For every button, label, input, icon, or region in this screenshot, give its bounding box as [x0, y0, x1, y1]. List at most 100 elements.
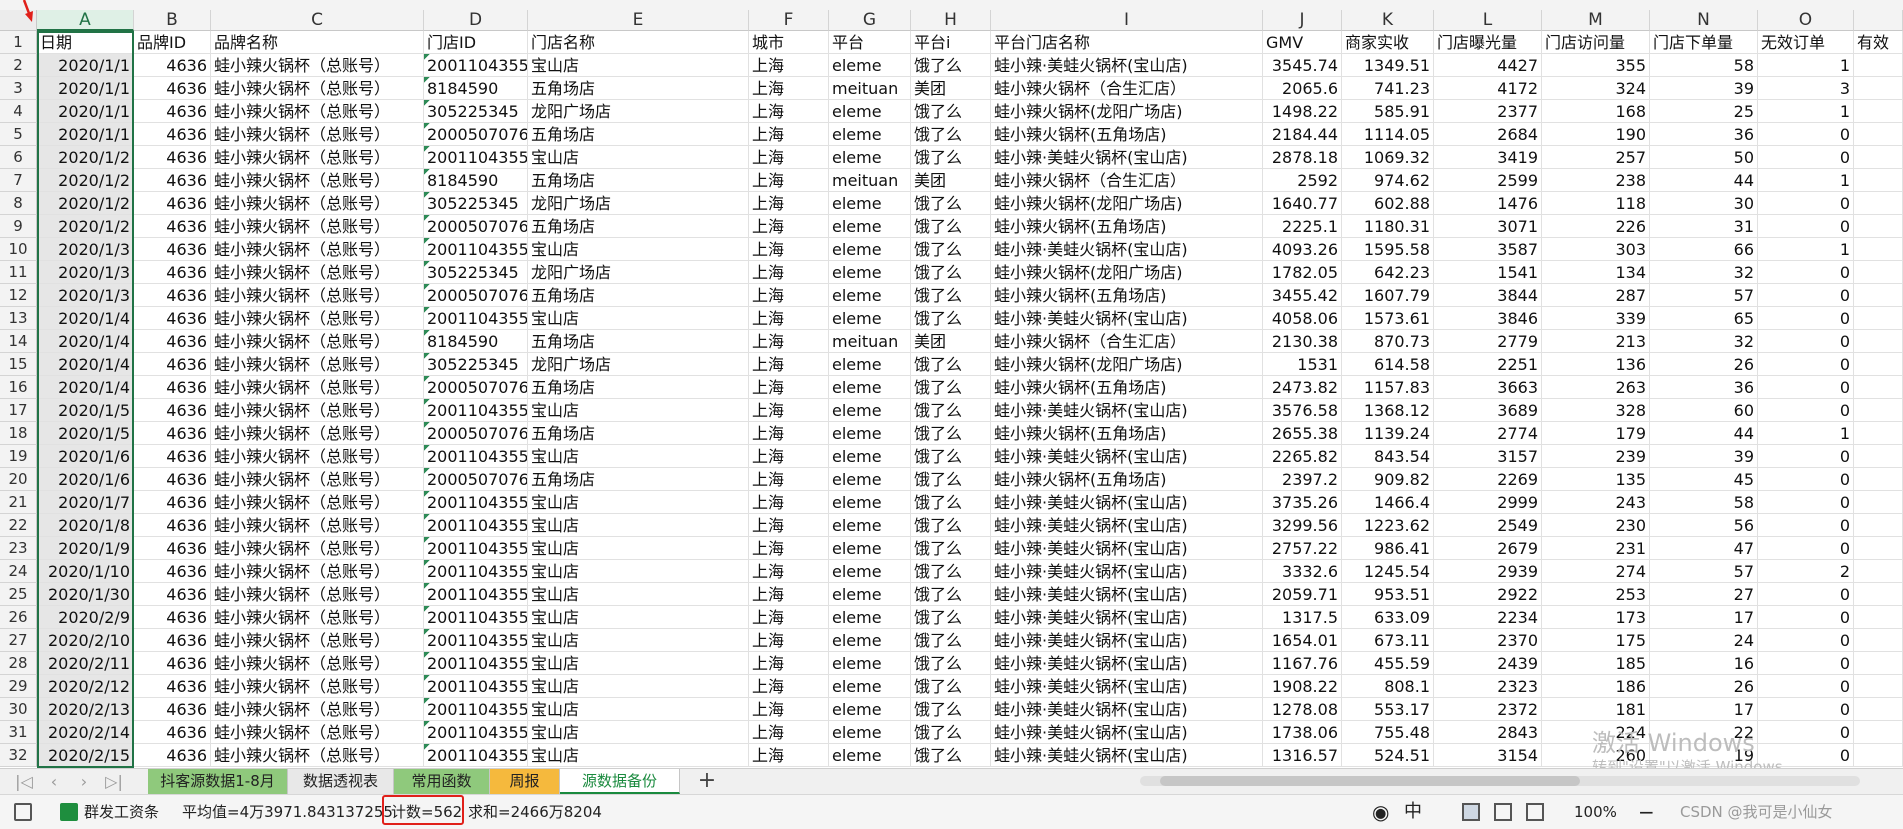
table-cell[interactable]: 0: [1758, 307, 1854, 330]
table-cell[interactable]: 2234: [1434, 606, 1542, 629]
table-cell[interactable]: 339: [1542, 307, 1650, 330]
table-cell[interactable]: 2001104355: [424, 675, 528, 698]
table-cell[interactable]: 1541: [1434, 261, 1542, 284]
table-cell[interactable]: 2000507076: [424, 422, 528, 445]
table-cell[interactable]: 173: [1542, 606, 1650, 629]
table-cell[interactable]: 3545.74: [1263, 54, 1342, 77]
table-cell[interactable]: 宝山店: [528, 307, 749, 330]
table-cell[interactable]: 饿了么: [911, 399, 991, 422]
table-cell[interactable]: [1854, 307, 1903, 330]
table-cell[interactable]: 4636: [134, 353, 211, 376]
table-cell[interactable]: 2001104355: [424, 307, 528, 330]
table-cell[interactable]: 0: [1758, 514, 1854, 537]
column-header-E[interactable]: E: [528, 10, 749, 31]
row-header[interactable]: 31: [0, 721, 37, 744]
header-cell[interactable]: 平台i: [911, 31, 991, 54]
table-cell[interactable]: 宝山店: [528, 629, 749, 652]
table-cell[interactable]: eleme: [829, 698, 911, 721]
table-cell[interactable]: 美团: [911, 330, 991, 353]
table-cell[interactable]: 上海: [749, 675, 829, 698]
input-method-icon[interactable]: 中: [1404, 795, 1422, 829]
table-cell[interactable]: eleme: [829, 215, 911, 238]
table-cell[interactable]: [1854, 606, 1903, 629]
table-cell[interactable]: 2020/1/1: [37, 123, 134, 146]
table-cell[interactable]: eleme: [829, 422, 911, 445]
table-cell[interactable]: 32: [1650, 330, 1758, 353]
table-cell[interactable]: 蛙小辣火锅杯（总账号）: [211, 238, 424, 261]
table-cell[interactable]: 4636: [134, 261, 211, 284]
table-cell[interactable]: 蛙小辣·美蛙火锅杯(宝山店): [991, 537, 1263, 560]
table-cell[interactable]: 饿了么: [911, 238, 991, 261]
table-cell[interactable]: 328: [1542, 399, 1650, 422]
table-cell[interactable]: 58: [1650, 54, 1758, 77]
table-cell[interactable]: 274: [1542, 560, 1650, 583]
table-cell[interactable]: 56: [1650, 514, 1758, 537]
table-cell[interactable]: 175: [1542, 629, 1650, 652]
table-cell[interactable]: 饿了么: [911, 100, 991, 123]
table-cell[interactable]: 上海: [749, 261, 829, 284]
table-cell[interactable]: 上海: [749, 215, 829, 238]
table-cell[interactable]: eleme: [829, 123, 911, 146]
table-cell[interactable]: 1139.24: [1342, 422, 1434, 445]
table-cell[interactable]: 上海: [749, 698, 829, 721]
table-cell[interactable]: 蛙小辣火锅杯（总账号）: [211, 491, 424, 514]
table-cell[interactable]: 0: [1758, 537, 1854, 560]
table-cell[interactable]: 五角场店: [528, 284, 749, 307]
table-cell[interactable]: 47: [1650, 537, 1758, 560]
table-cell[interactable]: 上海: [749, 54, 829, 77]
table-cell[interactable]: 0: [1758, 376, 1854, 399]
table-cell[interactable]: 0: [1758, 215, 1854, 238]
table-cell[interactable]: 243: [1542, 491, 1650, 514]
column-header-I[interactable]: I: [991, 10, 1263, 31]
table-cell[interactable]: 4636: [134, 215, 211, 238]
table-cell[interactable]: [1854, 629, 1903, 652]
table-cell[interactable]: 饿了么: [911, 353, 991, 376]
table-cell[interactable]: 宝山店: [528, 583, 749, 606]
table-cell[interactable]: 上海: [749, 468, 829, 491]
table-cell[interactable]: [1854, 422, 1903, 445]
table-cell[interactable]: 饿了么: [911, 744, 991, 767]
table-cell[interactable]: 1654.01: [1263, 629, 1342, 652]
table-cell[interactable]: [1854, 353, 1903, 376]
table-cell[interactable]: 宝山店: [528, 675, 749, 698]
table-cell[interactable]: 2059.71: [1263, 583, 1342, 606]
row-header[interactable]: 25: [0, 583, 37, 606]
table-cell[interactable]: 2020/1/4: [37, 330, 134, 353]
row-header[interactable]: 14: [0, 330, 37, 353]
table-cell[interactable]: meituan: [829, 169, 911, 192]
table-cell[interactable]: 0: [1758, 583, 1854, 606]
table-cell[interactable]: 蛙小辣火锅杯（总账号）: [211, 54, 424, 77]
table-cell[interactable]: 蛙小辣·美蛙火锅杯(宝山店): [991, 307, 1263, 330]
table-cell[interactable]: 186: [1542, 675, 1650, 698]
table-cell[interactable]: [1854, 491, 1903, 514]
table-cell[interactable]: 蛙小辣火锅杯（总账号）: [211, 698, 424, 721]
table-cell[interactable]: 58: [1650, 491, 1758, 514]
row-header[interactable]: 9: [0, 215, 37, 238]
table-cell[interactable]: 974.62: [1342, 169, 1434, 192]
table-cell[interactable]: 16: [1650, 652, 1758, 675]
table-cell[interactable]: 2020/1/7: [37, 491, 134, 514]
table-cell[interactable]: [1854, 744, 1903, 767]
table-cell[interactable]: [1854, 192, 1903, 215]
table-cell[interactable]: 五角场店: [528, 77, 749, 100]
eye-icon[interactable]: ◉: [1372, 795, 1389, 829]
table-cell[interactable]: 宝山店: [528, 652, 749, 675]
table-cell[interactable]: 蛙小辣·美蛙火锅杯(宝山店): [991, 514, 1263, 537]
table-cell[interactable]: eleme: [829, 583, 911, 606]
table-cell[interactable]: 17: [1650, 698, 1758, 721]
table-cell[interactable]: 45: [1650, 468, 1758, 491]
table-cell[interactable]: 633.09: [1342, 606, 1434, 629]
table-cell[interactable]: 4058.06: [1263, 307, 1342, 330]
table-cell[interactable]: 65: [1650, 307, 1758, 330]
table-cell[interactable]: 上海: [749, 146, 829, 169]
table-cell[interactable]: 2000507076: [424, 468, 528, 491]
table-cell[interactable]: eleme: [829, 721, 911, 744]
table-cell[interactable]: eleme: [829, 238, 911, 261]
table-cell[interactable]: 2001104355: [424, 652, 528, 675]
table-cell[interactable]: 1: [1758, 54, 1854, 77]
table-cell[interactable]: 909.82: [1342, 468, 1434, 491]
row-header[interactable]: 27: [0, 629, 37, 652]
table-cell[interactable]: 1114.05: [1342, 123, 1434, 146]
table-cell[interactable]: 2599: [1434, 169, 1542, 192]
table-cell[interactable]: 0: [1758, 192, 1854, 215]
